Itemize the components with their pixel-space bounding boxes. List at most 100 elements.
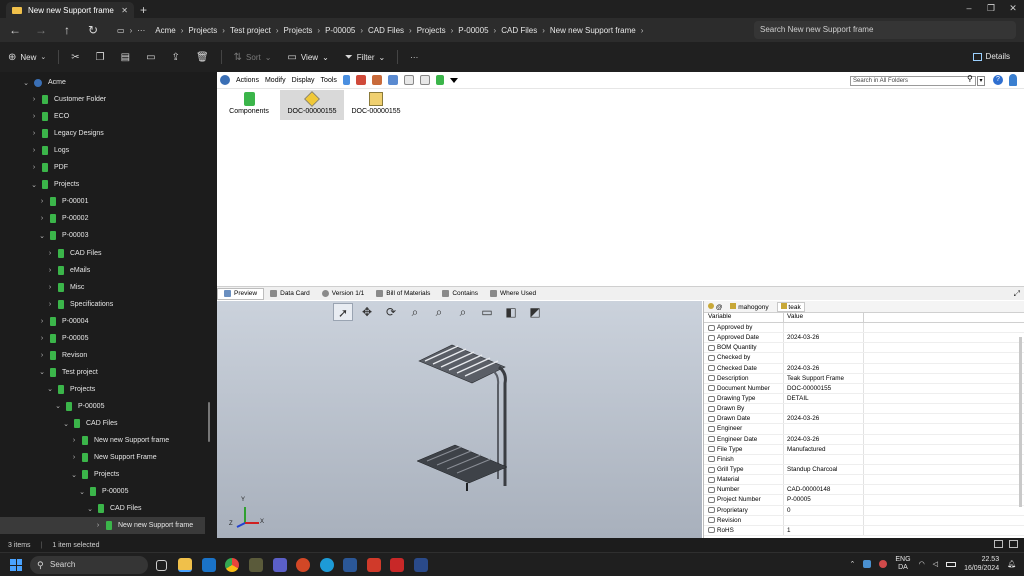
dropdown-arrow-icon[interactable] <box>449 77 458 83</box>
breadcrumb-item[interactable]: P-00005 <box>453 26 493 35</box>
value-cell[interactable] <box>784 404 864 414</box>
pdm-search-icon[interactable]: ⚲ <box>967 74 973 83</box>
tab-contains[interactable]: Contains <box>436 290 484 297</box>
value-cell[interactable] <box>784 353 864 363</box>
back-arrow-icon[interactable]: ← <box>2 23 28 37</box>
up-arrow-icon[interactable]: ↑ <box>54 23 80 37</box>
value-cell[interactable]: P-00005 <box>784 495 864 505</box>
app-icon[interactable] <box>249 558 263 572</box>
data-card-row[interactable]: Drawn By <box>704 404 1024 415</box>
breadcrumb-item[interactable]: CAD Files <box>496 26 542 35</box>
chevron-right-icon[interactable]: › <box>70 437 78 444</box>
new-document-icon[interactable] <box>419 75 430 85</box>
chevron-right-icon[interactable]: › <box>38 318 46 325</box>
outlook-icon[interactable] <box>202 558 216 572</box>
more-crumbs-button[interactable]: ··· <box>132 26 150 35</box>
file-tile-components[interactable]: Components <box>217 90 281 120</box>
value-cell[interactable] <box>784 515 864 525</box>
language-indicator[interactable]: ENG DA <box>895 556 910 572</box>
chevron-right-icon[interactable]: › <box>94 522 102 529</box>
menu-modify[interactable]: Modify <box>262 77 289 84</box>
nav-item[interactable]: ⌄ Projects <box>0 466 205 483</box>
nav-item[interactable]: › CAD Files <box>0 245 205 262</box>
data-card-row[interactable]: Proprietary 0 <box>704 505 1024 516</box>
nav-item[interactable]: › New new Support frame <box>0 432 205 449</box>
nav-item[interactable]: › Misc <box>0 279 205 296</box>
breadcrumb-item[interactable]: Acme <box>150 26 180 35</box>
data-card-row[interactable]: Revision <box>704 515 1024 526</box>
green-folder-icon[interactable] <box>435 75 444 85</box>
breadcrumb-item[interactable]: Projects <box>412 26 451 35</box>
chevron-down-icon[interactable]: ⌄ <box>38 232 46 240</box>
breadcrumb-item[interactable]: Projects <box>279 26 318 35</box>
col-value[interactable]: Value <box>784 313 864 322</box>
chevron-down-icon[interactable]: ⌄ <box>54 402 62 410</box>
data-card-row[interactable]: Grill Type Standup Charcoal <box>704 464 1024 476</box>
tab-version[interactable]: Version 1/1 <box>316 290 371 297</box>
menu-display[interactable]: Display <box>289 77 318 84</box>
chevron-down-icon[interactable]: ⌄ <box>46 385 54 393</box>
taskbar-search[interactable]: ⚲ Search <box>30 556 148 574</box>
value-cell[interactable]: 2024-03-26 <box>784 434 864 444</box>
data-card-row[interactable]: Number CAD-00000148 <box>704 485 1024 496</box>
new-button[interactable]: ⊕ New ⌄ <box>0 52 54 63</box>
nav-item[interactable]: ⌄ Projects <box>0 176 205 193</box>
breadcrumb-item[interactable]: New new Support frame <box>545 26 641 35</box>
copy-button[interactable]: ❐ <box>88 52 113 63</box>
start-button[interactable] <box>10 559 22 571</box>
nav-item[interactable]: › Specifications <box>0 296 205 313</box>
chevron-down-icon[interactable]: ⌄ <box>86 505 94 513</box>
tray-color-icon[interactable] <box>879 560 888 568</box>
chevron-down-icon[interactable]: ⌄ <box>62 420 70 428</box>
nav-item[interactable]: › PDF <box>0 159 205 176</box>
expand-icon[interactable]: ⤢ <box>1014 289 1020 299</box>
chevron-right-icon[interactable]: › <box>38 215 46 222</box>
sort-button[interactable]: ⇅ Sort ⌄ <box>226 52 280 63</box>
col-variable[interactable]: Variable <box>704 313 784 322</box>
nav-item[interactable]: ⌄ CAD Files <box>0 415 205 432</box>
value-cell[interactable]: Standup Charcoal <box>784 464 864 475</box>
pdm-search-input[interactable]: Search in All Folders <box>850 76 976 86</box>
search-input[interactable]: Search New new Support frame <box>754 21 1016 39</box>
notification-bell-icon[interactable]: 🔔︎ <box>1007 560 1016 568</box>
data-card-row[interactable]: Project Number P-00005 <box>704 495 1024 506</box>
chevron-right-icon[interactable]: › <box>30 113 38 120</box>
pin-icon[interactable] <box>342 75 350 85</box>
data-card-row[interactable]: Finish <box>704 454 1024 465</box>
breadcrumb-item[interactable]: P-00005 <box>320 26 360 35</box>
nav-item[interactable]: › eMails <box>0 262 205 279</box>
this-pc-icon[interactable]: ▭ <box>112 26 130 35</box>
data-card-row[interactable]: Checked Date 2024-03-26 <box>704 363 1024 374</box>
nav-item[interactable]: ⌄ Acme <box>0 74 205 91</box>
tray-app-icon[interactable] <box>863 560 872 568</box>
refresh-icon[interactable]: ↻ <box>80 23 106 37</box>
app-red-icon[interactable] <box>367 558 381 572</box>
pdm-vault-icon[interactable] <box>220 75 230 85</box>
tab-preview[interactable]: Preview <box>217 287 265 300</box>
value-cell[interactable]: DOC-00000155 <box>784 383 864 393</box>
config-default-tab[interactable]: @ <box>708 302 722 311</box>
pdm-app-icon[interactable] <box>414 558 428 572</box>
value-cell[interactable]: 1 <box>784 525 864 535</box>
chevron-up-icon[interactable]: ⌃ <box>850 560 856 568</box>
chevron-right-icon[interactable]: › <box>70 454 78 461</box>
pdm-search-dropdown[interactable]: ▾ <box>977 76 985 86</box>
nav-item[interactable]: › Revison <box>0 347 205 364</box>
share-button[interactable]: ⇪ <box>164 52 188 63</box>
check-out-icon[interactable] <box>355 75 366 85</box>
powerpoint-icon[interactable] <box>296 558 310 572</box>
battery-icon[interactable] <box>946 561 957 567</box>
volume-icon[interactable]: ◁ <box>933 560 938 568</box>
window-tab[interactable]: New new Support frame ✕ <box>6 2 134 18</box>
data-card-row[interactable]: Document Number DOC-00000155 <box>704 383 1024 394</box>
data-card-row[interactable]: File Type Manufactured <box>704 444 1024 455</box>
check-in-icon[interactable] <box>371 75 382 85</box>
value-cell[interactable] <box>784 424 864 434</box>
maximize-button[interactable]: ❐ <box>980 0 1002 16</box>
forward-arrow-icon[interactable]: → <box>28 23 54 37</box>
data-card-row[interactable]: Material <box>704 475 1024 486</box>
close-tab-icon[interactable]: ✕ <box>121 6 128 15</box>
chevron-right-icon[interactable]: › <box>46 267 54 274</box>
new-tab-button[interactable]: + <box>140 2 147 18</box>
chevron-down-icon[interactable]: ⌄ <box>22 79 30 87</box>
